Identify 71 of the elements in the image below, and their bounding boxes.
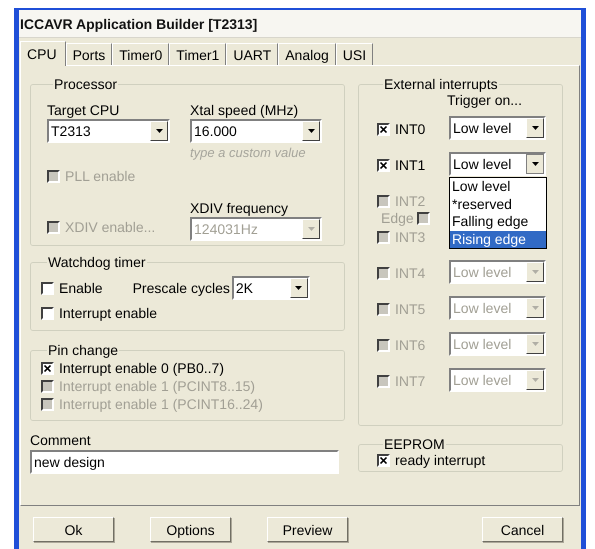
dropdown-arrow-icon xyxy=(295,286,302,290)
checkbox[interactable] xyxy=(41,306,54,320)
field-label: Comment xyxy=(30,432,92,448)
interrupt-label: INT6 xyxy=(395,337,426,353)
trigger-dropdown[interactable]: Low level xyxy=(449,116,546,140)
checkbox[interactable] xyxy=(377,158,390,172)
tab[interactable]: CPU xyxy=(20,41,66,66)
dropdown-arrow-icon xyxy=(532,342,538,346)
field-label: Prescale cycles xyxy=(132,280,230,298)
interrupt-label: INT2 xyxy=(395,193,426,209)
checkbox-label: Interrupt enable xyxy=(59,305,158,321)
prescale-dropdown[interactable]: 2K xyxy=(232,276,310,300)
interrupt-label: INT5 xyxy=(395,301,426,317)
dropdown-option[interactable]: Low level xyxy=(450,178,546,196)
dialog-button[interactable]: Preview xyxy=(267,517,348,542)
checkbox-label: Enable xyxy=(59,280,103,296)
dropdown-option[interactable]: Rising edge xyxy=(450,230,546,248)
interrupt-label: INT0 xyxy=(395,121,426,137)
dropdown-arrow-icon xyxy=(156,129,162,133)
checkbox-label: PLL enable xyxy=(65,168,136,184)
dialog-button[interactable]: Cancel xyxy=(482,517,563,542)
interrupt-label: INT3 xyxy=(395,229,426,245)
checkbox-label: Interrupt enable 1 (PCINT8..15) xyxy=(59,378,256,394)
comment-field[interactable]: new design xyxy=(30,450,339,474)
checkbox-label: Interrupt enable 0 (PB0..7) xyxy=(59,360,224,376)
hint-text: type a custom value xyxy=(190,145,307,162)
tab[interactable]: Timer1 xyxy=(169,43,226,65)
field-label: Target CPU xyxy=(47,102,120,118)
cross-mark-icon xyxy=(380,162,387,168)
checkbox[interactable] xyxy=(41,362,54,374)
field-label: Xtal speed (MHz) xyxy=(190,102,300,118)
dropdown-option[interactable]: Falling edge xyxy=(450,213,546,230)
dropdown-arrow-icon xyxy=(532,126,538,130)
checkbox-label: ready interrupt xyxy=(395,452,486,468)
dropdown-arrow-icon xyxy=(532,270,538,274)
field-label: XDIV frequency xyxy=(190,200,290,216)
dropdown-arrow-icon xyxy=(532,378,538,382)
group-title: Pin change xyxy=(47,342,120,358)
dropdown-option[interactable]: *reserved xyxy=(450,196,546,213)
dialog-button[interactable]: Options xyxy=(150,517,231,542)
window-title: ICCAVR Application Builder [T2313] xyxy=(20,16,258,32)
checkbox-label: XDIV enable... xyxy=(65,219,156,235)
tab[interactable]: Timer0 xyxy=(112,43,170,65)
tab[interactable]: Analog xyxy=(278,43,336,65)
checkbox[interactable] xyxy=(41,282,54,294)
group-title: EEPROM xyxy=(383,436,446,452)
cross-mark-icon xyxy=(44,364,51,372)
checkbox-label: Edge xyxy=(381,210,414,226)
tab[interactable]: Ports xyxy=(66,43,112,65)
cross-mark-icon xyxy=(380,126,387,132)
dropdown-arrow-icon xyxy=(308,129,314,133)
tab[interactable]: USI xyxy=(336,43,374,65)
dropdown-arrow-icon xyxy=(532,162,538,166)
tab[interactable]: UART xyxy=(226,43,278,65)
group-title: Processor xyxy=(53,76,118,92)
checkbox[interactable] xyxy=(377,122,390,136)
group-title: External interrupts xyxy=(383,76,499,92)
interrupt-label: INT7 xyxy=(395,373,426,389)
xtal-speed-dropdown[interactable]: 16.000 xyxy=(190,119,322,143)
checkbox[interactable] xyxy=(377,454,390,466)
cross-mark-icon xyxy=(380,456,387,464)
dropdown-arrow-icon xyxy=(532,306,538,310)
dialog-button[interactable]: Ok xyxy=(33,517,114,542)
interrupt-label: INT1 xyxy=(395,157,426,173)
dropdown-arrow-icon xyxy=(308,227,314,231)
group-title: Watchdog timer xyxy=(47,254,147,270)
trigger-dropdown[interactable]: Low level xyxy=(449,152,546,176)
interrupt-label: INT4 xyxy=(395,265,426,281)
target-cpu-dropdown[interactable]: T2313 xyxy=(47,119,170,143)
checkbox-label: Interrupt enable 1 (PCINT16..24) xyxy=(59,396,263,412)
column-heading: Trigger on... xyxy=(447,92,523,110)
